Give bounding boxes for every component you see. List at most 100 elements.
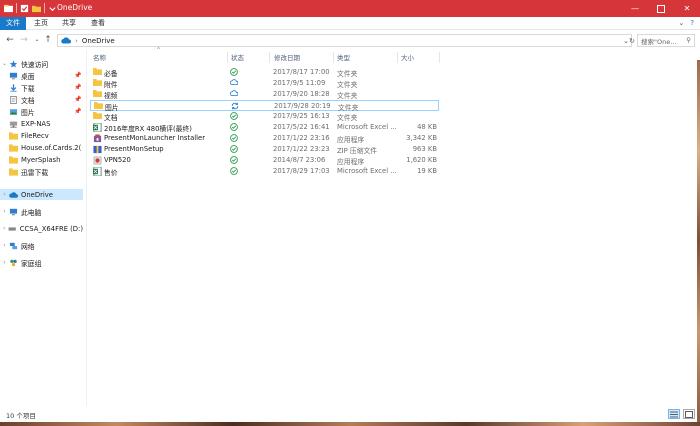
- tab-home[interactable]: 主页: [30, 17, 52, 30]
- pin-icon[interactable]: 📌: [74, 72, 81, 79]
- file-row[interactable]: PresentMonSetup 2017/1/22 23:23 ZIP 压缩文件 96…: [90, 144, 439, 155]
- nav-label: OneDrive: [21, 190, 53, 199]
- nav-item-house-of-cards[interactable]: House.of.Cards.2(: [0, 142, 83, 153]
- file-name: 视频: [104, 92, 118, 100]
- nav-homegroup[interactable]: › 家庭组: [0, 257, 83, 268]
- chevron-right-icon[interactable]: ›: [0, 225, 8, 232]
- large-icons-view-button[interactable]: [683, 409, 695, 419]
- column-header-type[interactable]: 类型: [337, 52, 350, 64]
- column-header-size[interactable]: 大小: [401, 52, 414, 64]
- pin-icon[interactable]: 📌: [74, 108, 81, 115]
- new-folder-icon[interactable]: [32, 4, 41, 13]
- column-header-status[interactable]: 状态: [231, 52, 244, 64]
- file-modified-date: 2017/5/22 16:41: [273, 123, 330, 131]
- network-icon: [9, 242, 18, 249]
- expand-ribbon-icon[interactable]: ⌄: [678, 19, 684, 27]
- maximize-button[interactable]: [648, 0, 674, 17]
- column-separator[interactable]: [333, 52, 334, 63]
- column-header-modified[interactable]: 修改日期: [274, 52, 300, 64]
- file-type: Microsoft Excel ...: [337, 167, 397, 175]
- status-bar: 10 个项目: [0, 406, 700, 422]
- file-row[interactable]: 售价 2017/8/29 17:03 Microsoft Excel ... 19 K…: [90, 166, 439, 177]
- file-name: 文档: [104, 114, 118, 122]
- column-separator[interactable]: [397, 52, 398, 63]
- nav-item-pictures[interactable]: 图片 📌: [0, 106, 83, 117]
- file-row[interactable]: 文档 2017/9/25 16:13 文件夹: [90, 111, 439, 122]
- file-size: 19 KB: [417, 167, 437, 175]
- synced-check-icon: [230, 156, 238, 164]
- file-row[interactable]: 图片 2017/9/28 20:19 文件夹: [90, 100, 439, 112]
- pane-divider[interactable]: [86, 50, 87, 406]
- properties-icon[interactable]: [20, 4, 29, 13]
- file-size: 963 KB: [412, 145, 437, 153]
- nav-label: MyerSplash: [21, 155, 61, 164]
- back-button[interactable]: ←: [4, 34, 16, 45]
- nav-label: EXP-NAS: [21, 119, 51, 128]
- close-button[interactable]: ✕: [674, 0, 700, 17]
- nav-item-documents[interactable]: 文档 📌: [0, 94, 83, 105]
- tab-view[interactable]: 查看: [87, 17, 109, 30]
- large-icons-view-icon: [685, 410, 693, 418]
- up-button[interactable]: ↑: [42, 34, 54, 45]
- column-separator[interactable]: [269, 52, 270, 63]
- pin-icon[interactable]: 📌: [74, 96, 81, 103]
- file-row[interactable]: 附件 2017/9/5 11:09 文件夹: [90, 78, 439, 89]
- file-size: 3,342 KB: [406, 134, 437, 142]
- nav-this-pc[interactable]: › 此电脑: [0, 206, 83, 217]
- chevron-down-icon[interactable]: ⌄: [0, 60, 9, 67]
- address-bar[interactable]: › OneDrive: [57, 34, 632, 47]
- up-arrow-icon: ↑: [44, 34, 52, 45]
- computer-icon: [9, 208, 18, 215]
- file-row[interactable]: PresentMonLauncher Installer 2017/1/22 23…: [90, 133, 439, 144]
- pin-icon[interactable]: 📌: [74, 84, 81, 91]
- synced-check-icon: [230, 123, 238, 131]
- nav-drive-d[interactable]: › CCSA_X64FRE (D:): [0, 223, 83, 234]
- chevron-right-icon[interactable]: ›: [0, 191, 9, 198]
- nav-item-downloads[interactable]: 下载 📌: [0, 82, 83, 93]
- file-row[interactable]: 视频 2017/9/20 18:28 文件夹: [90, 89, 439, 100]
- file-row[interactable]: VPN520 2014/8/7 23:06 应用程序 1,620 KB: [90, 155, 439, 166]
- forward-button[interactable]: →: [18, 34, 30, 45]
- minimize-button[interactable]: —: [622, 0, 648, 17]
- file-type: 文件夹: [337, 70, 358, 78]
- tab-share[interactable]: 共享: [58, 17, 80, 30]
- file-size: 48 KB: [417, 123, 437, 131]
- nav-label: 下载: [21, 84, 35, 93]
- chevron-right-icon[interactable]: ›: [0, 242, 9, 249]
- title-bar[interactable]: OneDrive — ✕: [0, 0, 700, 17]
- column-separator[interactable]: [439, 52, 440, 63]
- breadcrumb-onedrive[interactable]: OneDrive: [82, 37, 115, 45]
- column-separator[interactable]: [227, 52, 228, 63]
- desktop-wallpaper: [0, 422, 700, 426]
- nav-network[interactable]: › 网络: [0, 240, 83, 251]
- nav-item-thunder-downloads[interactable]: 迅雷下载: [0, 166, 83, 177]
- nav-onedrive[interactable]: › OneDrive: [0, 189, 83, 200]
- synced-check-icon: [230, 68, 238, 76]
- nav-label: FileRecv: [21, 131, 49, 140]
- drive-icon: [8, 226, 17, 231]
- details-view-button[interactable]: [668, 409, 680, 419]
- nav-item-myersplash[interactable]: MyerSplash: [0, 154, 83, 165]
- nav-label: 迅雷下载: [21, 168, 49, 177]
- nav-label: CCSA_X64FRE (D:): [19, 224, 83, 233]
- help-icon[interactable]: ?: [690, 19, 694, 27]
- nav-item-exp-nas[interactable]: EXP-NAS: [0, 118, 83, 129]
- search-input[interactable]: 搜索"One... ⚲: [637, 34, 695, 47]
- chevron-right-icon[interactable]: ›: [0, 208, 9, 215]
- nav-item-desktop[interactable]: 桌面 📌: [0, 70, 83, 81]
- customize-toolbar-icon[interactable]: [48, 4, 57, 13]
- file-row[interactable]: 必备 2017/8/17 17:00 文件夹: [90, 67, 439, 78]
- nav-quick-access[interactable]: ⌄ 快速访问: [0, 58, 83, 69]
- file-modified-date: 2017/9/28 20:19: [274, 102, 331, 110]
- file-row[interactable]: 2016年度RX 480横评(最终) 2017/5/22 16:41 Microso…: [90, 122, 439, 133]
- nav-label: 文档: [21, 96, 35, 105]
- tab-file[interactable]: 文件: [0, 17, 26, 30]
- search-icon: ⚲: [686, 36, 691, 44]
- excel-icon: [93, 166, 102, 177]
- column-header-name[interactable]: 名称: [93, 52, 106, 64]
- folder-icon: [93, 79, 102, 87]
- chevron-right-icon[interactable]: ›: [0, 259, 9, 266]
- document-icon: [10, 95, 17, 104]
- maximize-icon: [657, 4, 665, 13]
- nav-item-filerecv[interactable]: FileRecv: [0, 130, 83, 141]
